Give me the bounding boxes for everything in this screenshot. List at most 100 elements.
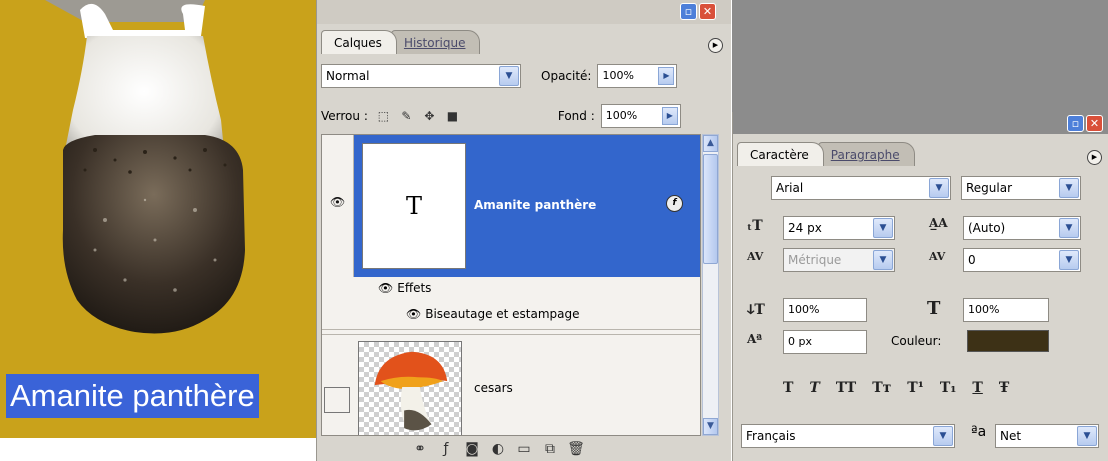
fill-label: Fond : (557, 109, 595, 123)
layer-style-icon[interactable]: ƒ (433, 441, 459, 457)
tab-caractere[interactable]: Caractère (737, 142, 824, 166)
layer-effects-icon[interactable]: f (666, 195, 683, 212)
lock-all-icon[interactable]: ■ (445, 109, 460, 124)
effect-item-label: Biseautage et estampage (425, 307, 580, 321)
strikethrough-button[interactable]: Ŧ (999, 380, 1009, 396)
chevron-down-icon: ▼ (873, 218, 893, 238)
chevron-right-icon[interactable]: ▶ (658, 67, 675, 85)
blend-mode-select[interactable]: Normal ▼ (321, 64, 521, 88)
tab-calques[interactable]: Calques (321, 30, 397, 54)
scrollbar-thumb[interactable] (703, 154, 718, 264)
superscript-button[interactable]: T¹ (907, 380, 924, 396)
layers-tabs: Calques Historique (321, 30, 481, 54)
all-caps-button[interactable]: TT (836, 380, 856, 396)
leading-value: (Auto) (968, 221, 1006, 235)
kerning-select[interactable]: Métrique ▼ (783, 248, 895, 272)
chevron-down-icon: ▼ (1059, 250, 1079, 270)
cesars-layer-thumbnail[interactable] (358, 341, 462, 435)
canvas-text-layer[interactable]: Amanite panthère (6, 374, 259, 418)
font-size-value: 24 px (788, 221, 822, 235)
vertical-scale-value: 100% (788, 303, 820, 316)
font-size-icon: ₜT (747, 218, 763, 234)
new-layer-icon[interactable]: ⧉ (537, 441, 563, 457)
lock-brush-icon[interactable]: ✎ (399, 109, 414, 124)
font-size-select[interactable]: 24 px ▼ (783, 216, 895, 240)
effects-group-row[interactable]: 👁 Effets (378, 281, 431, 295)
photoshop-workspace: Amanite panthère ▫ ✕ Calques Historique … (0, 0, 1108, 461)
mask-icon[interactable]: ◙ (459, 441, 485, 457)
panel-menu-icon[interactable]: ▶ (708, 38, 723, 53)
character-window-buttons: ▫ ✕ (1067, 115, 1103, 132)
layers-scrollbar[interactable]: ▲ ▼ (702, 134, 719, 436)
faux-italic-button[interactable]: T (809, 380, 819, 396)
eye-icon[interactable]: 👁 (378, 281, 393, 295)
effect-item-row[interactable]: 👁 Biseautage et estampage (406, 307, 580, 321)
close-icon[interactable]: ✕ (699, 3, 716, 20)
antialias-select[interactable]: Net ▼ (995, 424, 1099, 448)
baseline-shift-field[interactable]: 0 px (783, 330, 867, 354)
layer-row-cesars[interactable]: cesars (322, 337, 700, 435)
layers-panel: ▫ ✕ Calques Historique ▶ Normal ▼ Opacit… (316, 0, 731, 461)
layers-bottom-toolbar: ⚭ ƒ ◙ ◐ ▭ ⧉ 🗑 (317, 437, 731, 461)
language-select[interactable]: Français ▼ (741, 424, 955, 448)
fill-field[interactable]: 100% ▶ (600, 104, 681, 128)
document-canvas[interactable]: Amanite panthère (0, 0, 316, 438)
tab-paragraphe[interactable]: Paragraphe (817, 142, 915, 166)
underline-button[interactable]: T (972, 380, 982, 396)
opacity-label: Opacité: (541, 69, 592, 83)
tab-historique[interactable]: Historique (390, 30, 481, 54)
tracking-select[interactable]: 0 ▼ (963, 248, 1081, 272)
vertical-scale-field[interactable]: 100% (783, 298, 867, 322)
subscript-button[interactable]: T₁ (940, 380, 957, 396)
eye-icon[interactable]: 👁 (406, 307, 421, 321)
cesar-mushroom-image (374, 351, 448, 431)
adjustment-layer-icon[interactable]: ◐ (485, 441, 511, 457)
folder-icon[interactable]: ▭ (511, 441, 537, 457)
chevron-right-icon[interactable]: ▶ (661, 107, 678, 125)
lock-label: Verrou : (321, 109, 368, 123)
chevron-up-icon[interactable]: ▲ (703, 135, 718, 152)
layer-name[interactable]: cesars (474, 381, 513, 395)
opacity-field[interactable]: 100% ▶ (597, 64, 678, 88)
layer-name[interactable]: Amanite panthère (474, 198, 596, 212)
text-color-swatch[interactable] (967, 330, 1049, 352)
close-icon[interactable]: ✕ (1086, 115, 1103, 132)
panel-menu-icon[interactable]: ▶ (1087, 150, 1102, 165)
kerning-value: Métrique (788, 253, 842, 267)
font-style-value: Regular (966, 181, 1013, 195)
lock-move-icon[interactable]: ✥ (422, 109, 437, 124)
character-tabs: Caractère Paragraphe (737, 142, 915, 166)
workspace-background (732, 0, 1108, 112)
chevron-down-icon: ▼ (1077, 426, 1097, 446)
trash-icon[interactable]: 🗑 (563, 441, 589, 457)
font-style-select[interactable]: Regular ▼ (961, 176, 1081, 200)
font-family-select[interactable]: Arial ▼ (771, 176, 951, 200)
divider (322, 334, 700, 335)
antialias-icon: ªa (971, 424, 987, 440)
chevron-down-icon: ▼ (929, 178, 949, 198)
minimize-icon[interactable]: ▫ (1067, 115, 1084, 132)
mushroom-image (45, 0, 246, 334)
baseline-shift-value: 0 px (788, 335, 812, 348)
chevron-down-icon: ▼ (1059, 178, 1079, 198)
lock-transparency-icon[interactable]: ⬚ (376, 109, 391, 124)
divider (322, 329, 700, 330)
horizontal-scale-field[interactable]: 100% (963, 298, 1049, 322)
layer-row-text[interactable]: 👁 T Amanite panthère f (322, 135, 700, 277)
horizontal-scale-icon: T (927, 298, 941, 319)
text-layer-thumbnail[interactable]: T (362, 143, 466, 269)
leading-select[interactable]: (Auto) ▼ (963, 216, 1081, 240)
character-panel: ▫ ✕ Caractère Paragraphe ▶ Arial ▼ Regul… (732, 112, 1108, 461)
type-style-buttons: T T TT Tт T¹ T₁ T Ŧ (783, 380, 1009, 396)
small-caps-button[interactable]: Tт (872, 380, 891, 396)
minimize-icon[interactable]: ▫ (680, 3, 697, 20)
language-value: Français (746, 429, 796, 443)
effects-label: Effets (397, 281, 432, 295)
layers-panel-titlebar (317, 0, 731, 24)
faux-bold-button[interactable]: T (783, 380, 793, 396)
visibility-toggle[interactable] (324, 387, 350, 413)
blend-row: Normal ▼ Opacité: 100% ▶ (321, 64, 678, 88)
link-icon[interactable]: ⚭ (407, 441, 433, 457)
chevron-down-icon[interactable]: ▼ (703, 418, 718, 435)
eye-icon[interactable]: 👁 (330, 195, 345, 209)
